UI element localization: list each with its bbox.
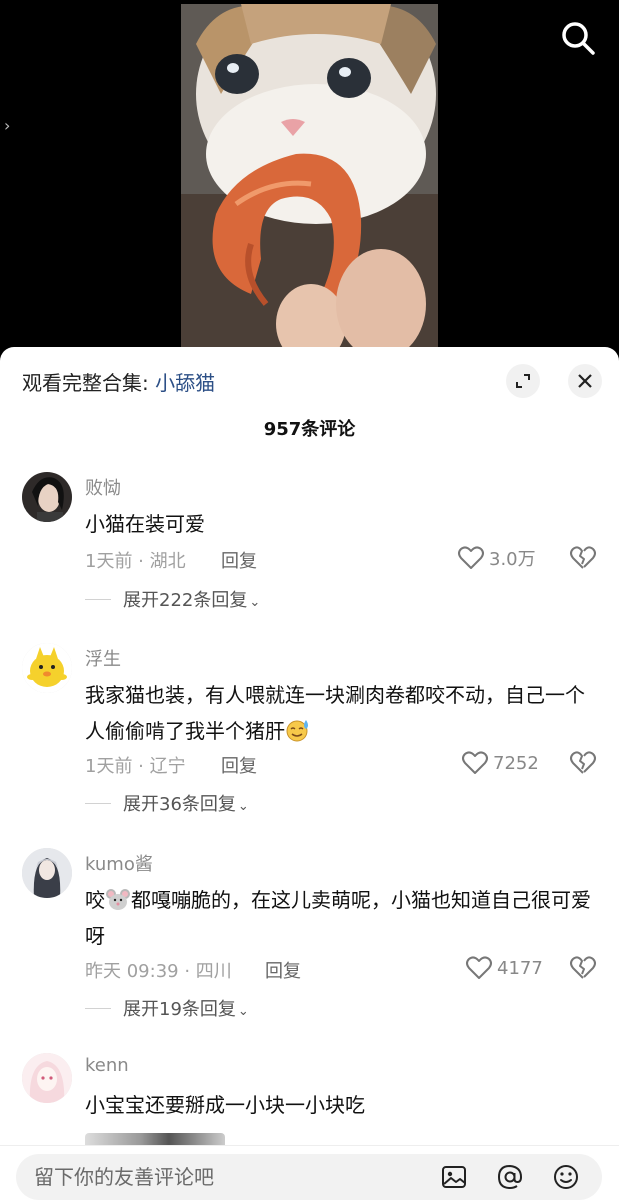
dislike-button[interactable]	[569, 749, 597, 777]
comment-text-body: 我家猫也装，有人喂就连一块涮肉卷都咬不动，自己一个人偷偷啃了我半个猪肝	[85, 683, 585, 743]
comment-input[interactable]	[34, 1154, 414, 1200]
heart-icon	[458, 546, 484, 569]
comment-input-bar	[0, 1145, 619, 1200]
comment-text: 咬都嘎嘣脆的，在这儿卖萌呢，小猫也知道自己很可爱呀	[85, 882, 595, 954]
username[interactable]: kumo酱	[85, 850, 153, 876]
search-icon	[562, 22, 595, 55]
comment-meta: 1天前 · 湖北 回复 3.0万	[85, 544, 605, 572]
comment-meta: 1天前 · 辽宁 回复 7252	[85, 749, 605, 777]
broken-heart-icon	[570, 956, 596, 979]
comment-input-container[interactable]	[16, 1154, 602, 1200]
comment-text-part2: 都嘎嘣脆的，在这儿卖萌呢，小猫也知道自己很可爱呀	[85, 888, 591, 948]
expand-replies[interactable]: 展开36条回复 ⌄	[85, 790, 385, 816]
broken-heart-icon	[570, 546, 596, 569]
video-frame[interactable]	[181, 4, 438, 360]
collection-link[interactable]: 观看完整合集: 小舔猫	[22, 367, 215, 396]
chevron-down-icon: ⌄	[237, 799, 249, 814]
reply-button[interactable]: 回复	[221, 752, 257, 778]
at-icon	[497, 1164, 523, 1190]
expand-replies-text: 展开222条回复	[123, 590, 248, 611]
username[interactable]: kenn	[85, 1055, 129, 1076]
avatar-image	[22, 1053, 72, 1103]
cat-eating-shrimp-image	[181, 4, 438, 360]
avatar[interactable]	[22, 848, 72, 898]
image-picker-button[interactable]	[440, 1163, 468, 1191]
like-count: 3.0万	[489, 549, 536, 570]
expand-divider	[85, 803, 111, 804]
comment-text: 我家猫也装，有人喂就连一块涮肉卷都咬不动，自己一个人偷偷啃了我半个猪肝	[85, 677, 595, 749]
avatar[interactable]	[22, 472, 72, 522]
avatar-image	[22, 848, 72, 898]
reply-button[interactable]: 回复	[265, 957, 301, 983]
search-button[interactable]	[556, 16, 600, 60]
image-icon	[442, 1166, 466, 1188]
comment-time-location: 1天前 · 辽宁	[85, 756, 186, 777]
like-button[interactable]: 7252	[461, 749, 539, 777]
avatar-image	[22, 643, 72, 693]
dislike-button[interactable]	[569, 954, 597, 982]
sheet-header: 观看完整合集: 小舔猫	[0, 347, 619, 417]
video-player[interactable]: ›	[0, 0, 619, 360]
username[interactable]: 浮生	[85, 645, 121, 671]
sweat-smile-emoji-icon	[286, 720, 308, 742]
reply-button[interactable]: 回复	[221, 547, 257, 573]
avatar[interactable]	[22, 1053, 72, 1103]
expand-divider	[85, 1008, 111, 1009]
comment-meta: 昨天 09:39 · 四川 回复 4177	[85, 954, 605, 982]
comment-item: 浮生 我家猫也装，有人喂就连一块涮肉卷都咬不动，自己一个人偷偷啃了我半个猪肝 1…	[0, 643, 619, 823]
comment-time-location: 1天前 · 湖北	[85, 551, 186, 572]
heart-icon	[462, 751, 488, 774]
expand-replies-text: 展开19条回复	[123, 999, 236, 1020]
expand-replies[interactable]: 展开222条回复 ⌄	[85, 586, 385, 612]
like-button[interactable]: 4177	[465, 954, 543, 982]
avatar[interactable]	[22, 643, 72, 693]
expand-replies-label: 展开19条回复 ⌄	[123, 995, 249, 1021]
emoji-button[interactable]	[552, 1163, 580, 1191]
collection-prefix: 观看完整合集:	[22, 371, 156, 395]
comment-text-part1: 咬	[85, 888, 105, 912]
expand-divider	[85, 599, 111, 600]
mention-button[interactable]	[496, 1163, 524, 1191]
broken-heart-icon	[570, 751, 596, 774]
chevron-down-icon: ⌄	[249, 595, 261, 610]
like-count: 7252	[493, 752, 539, 774]
expand-replies-label: 展开36条回复 ⌄	[123, 790, 249, 816]
expand-icon	[516, 374, 530, 388]
expand-replies-label: 展开222条回复 ⌄	[123, 586, 260, 612]
expand-replies[interactable]: 展开19条回复 ⌄	[85, 995, 385, 1021]
username[interactable]: 败恸	[85, 474, 121, 500]
comment-item: kumo酱 咬都嘎嘣脆的，在这儿卖萌呢，小猫也知道自己很可爱呀 昨天 09:39…	[0, 848, 619, 1028]
comment-text: 小猫在装可爱	[85, 512, 205, 536]
heart-icon	[466, 956, 492, 979]
expand-replies-text: 展开36条回复	[123, 794, 236, 815]
comment-text: 小宝宝还要掰成一小块一小块吃	[85, 1093, 365, 1117]
like-button[interactable]: 3.0万	[457, 544, 536, 572]
comment-time-location: 昨天 09:39 · 四川	[85, 961, 232, 982]
comment-count: 957条评论	[263, 419, 356, 440]
mouse-face-emoji-icon	[106, 889, 130, 910]
chevron-down-icon: ⌄	[237, 1004, 249, 1019]
comment-item: 败恸 小猫在装可爱 1天前 · 湖北 回复 3.0万 展开222条回复 ⌄	[0, 472, 619, 622]
avatar-image	[22, 472, 72, 522]
dislike-button[interactable]	[569, 544, 597, 572]
comment-sheet: 观看完整合集: 小舔猫 957条评论 败恸 小猫在装可爱 1天前 · 湖北 回复…	[0, 347, 619, 1200]
side-chevron-icon[interactable]: ›	[4, 116, 10, 135]
close-sheet-button[interactable]	[568, 364, 602, 398]
emoji-icon	[554, 1165, 578, 1189]
like-count: 4177	[497, 957, 543, 979]
close-icon	[578, 374, 592, 388]
expand-sheet-button[interactable]	[506, 364, 540, 398]
collection-name[interactable]: 小舔猫	[155, 371, 215, 395]
